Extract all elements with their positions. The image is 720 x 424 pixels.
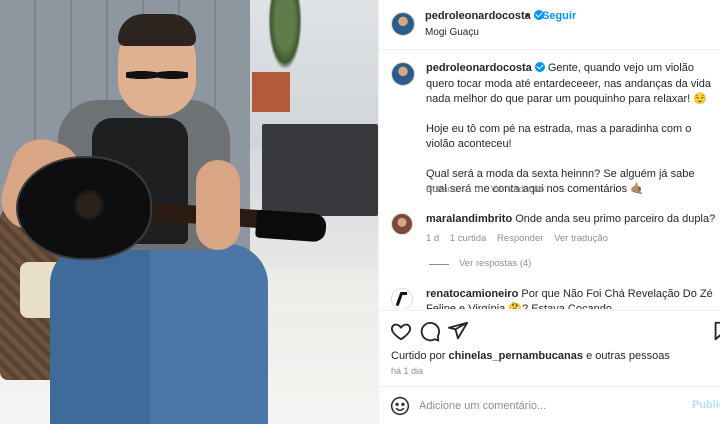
comment-text: maralandimbrito Onde anda seu primo parc… [426,213,715,225]
comment-input[interactable] [419,397,679,415]
comment-age: 1 d [426,233,440,244]
comment-reply-button[interactable]: Responder [497,233,543,244]
photo-guitar-headstock [255,209,327,243]
comment-username[interactable]: maralandimbrito [426,213,512,225]
likes-user[interactable]: chinelas_pernambucanas [448,350,583,362]
comment-body: Onde anda seu primo parceiro da dupla? [515,213,716,225]
post-location[interactable]: Mogi Guaçu [425,27,479,38]
comment-icon[interactable] [419,320,441,342]
post-timestamp[interactable]: há 1 dia [391,366,423,376]
follow-button[interactable]: Seguir [542,10,576,22]
post-photo[interactable] [0,0,378,424]
photo-arm-right [196,160,240,250]
comment-avatar[interactable] [391,213,413,235]
share-icon[interactable] [447,320,469,342]
caption-avatar[interactable] [391,62,415,86]
header-separator: • [525,10,529,22]
caption-edited: Editado · 1 d [426,184,480,195]
action-bar [379,310,720,350]
comment-username[interactable]: renatocamioneiro [426,288,518,300]
caption-see-translation[interactable]: Ver tradução [491,184,545,195]
caption-text: pedroleonardocosta Gente, quando vejo um… [426,61,716,198]
comment-likes[interactable]: 1 curtida [450,233,486,244]
photo-guitar-soundhole [74,190,104,220]
post-side-panel: pedroleonardocosta • Seguir Mogi Guaçu p… [378,0,720,424]
heart-icon[interactable] [390,320,412,342]
caption-paragraph-2: Hoje eu tô com pé na estrada, mas a para… [426,122,692,151]
photo-jeans-right [150,244,268,424]
photo-sunglasses [126,66,188,84]
author-avatar[interactable] [391,12,415,36]
photo-hair [118,14,196,46]
smiley-icon[interactable] [390,396,410,416]
photo-plant [268,0,302,70]
caption-meta: Editado · 1 d Ver tradução [426,184,552,195]
caption-username[interactable]: pedroleonardocosta [426,62,532,74]
publish-button[interactable]: Publicar [692,399,720,411]
instagram-post-view: pedroleonardocosta • Seguir Mogi Guaçu p… [0,0,720,424]
likes-suffix[interactable]: e outras pessoas [586,350,670,362]
author-username-text[interactable]: pedroleonardocosta [425,10,531,22]
view-replies-label[interactable]: Ver respostas (4) [459,258,531,269]
likes-prefix: Curtido por [391,350,446,362]
replies-divider [429,264,449,265]
comments-list[interactable]: pedroleonardocosta Gente, quando vejo um… [379,51,720,309]
comment-text: renatocamioneiro Por que Não Foi Chá Rev… [426,287,716,309]
photo-frame [252,72,290,112]
comment-avatar[interactable] [391,288,413,309]
likes-summary: Curtido por chinelas_pernambucanas e out… [391,350,670,362]
comment-composer: Publicar [379,386,720,424]
photo-cabinet [262,124,378,216]
comment-meta: 1 d 1 curtida Responder Ver tradução [426,233,616,244]
bookmark-icon[interactable] [711,320,720,342]
post-header: pedroleonardocosta • Seguir Mogi Guaçu [379,0,720,50]
comment-see-translation[interactable]: Ver tradução [554,233,608,244]
caption-verified-icon [534,62,545,72]
